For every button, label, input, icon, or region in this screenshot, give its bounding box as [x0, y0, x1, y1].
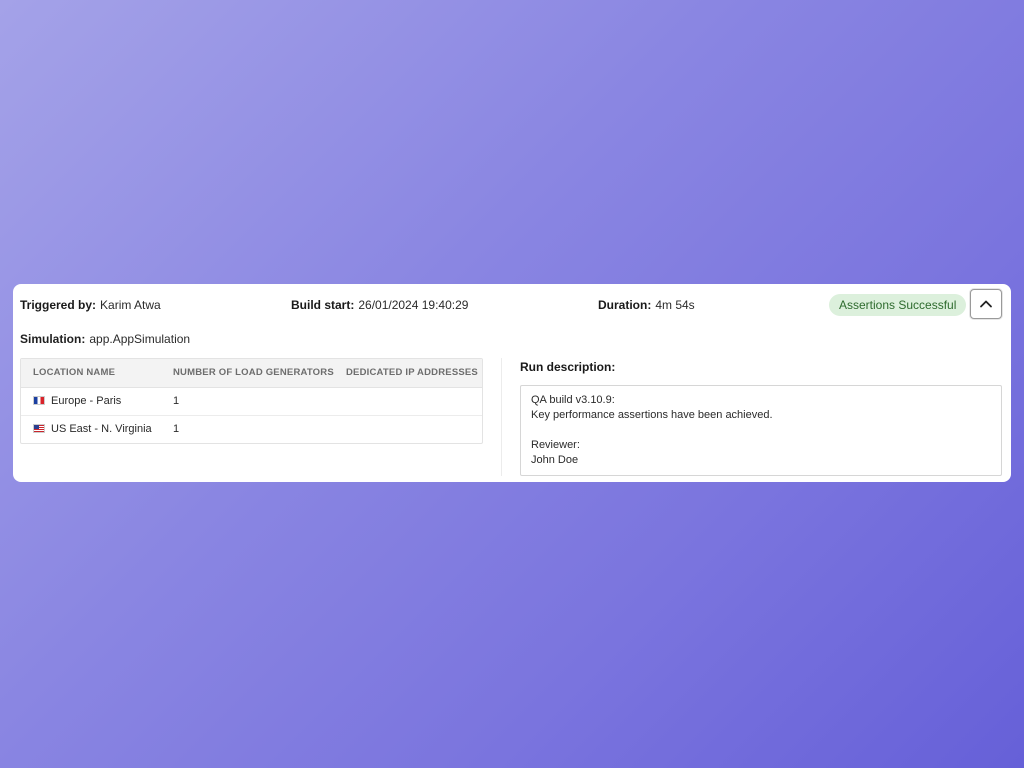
run-description-line: Reviewer:: [531, 439, 580, 451]
simulation-value: app.AppSimulation: [89, 332, 191, 346]
build-start-label: Build start:: [291, 298, 355, 312]
table-row: Europe - Paris 1: [21, 388, 482, 416]
simulation: Simulation: app.AppSimulation: [20, 332, 190, 346]
run-description-line: Key performance assertions have been ach…: [531, 409, 773, 421]
column-header-load-generators: NUMBER OF LOAD GENERATORS: [173, 367, 334, 378]
location-name: US East - N. Virginia: [51, 423, 152, 435]
flag-usa-icon: [33, 423, 45, 433]
location-cell: US East - N. Virginia: [33, 416, 152, 443]
table-row: US East - N. Virginia 1: [21, 416, 482, 443]
run-details-card: Triggered by: Karim Atwa Build start: 26/0…: [13, 284, 1011, 482]
load-generators-cell: 1: [173, 423, 180, 435]
triggered-by-value: Karim Atwa: [100, 298, 161, 312]
vertical-divider: [501, 358, 502, 476]
status-badge: Assertions Successful: [829, 294, 967, 316]
simulation-label: Simulation:: [20, 332, 86, 346]
column-header-location: LOCATION NAME: [33, 367, 116, 378]
column-header-dedicated-ips: DEDICATED IP ADDRESSES: [346, 367, 478, 378]
chevron-up-icon: [980, 300, 992, 308]
run-description-box: QA build v3.10.9: Key performance assert…: [520, 385, 1002, 476]
location-cell: Europe - Paris: [33, 388, 121, 415]
build-start-value: 26/01/2024 19:40:29: [358, 298, 469, 312]
triggered-by: Triggered by: Karim Atwa: [20, 298, 161, 312]
collapse-button[interactable]: [970, 289, 1002, 319]
load-generators-cell: 1: [173, 395, 180, 407]
build-start: Build start: 26/01/2024 19:40:29: [291, 298, 468, 312]
triggered-by-label: Triggered by:: [20, 298, 97, 312]
run-description-line: QA build v3.10.9:: [531, 394, 615, 406]
duration-label: Duration:: [598, 298, 652, 312]
table-header: LOCATION NAME NUMBER OF LOAD GENERATORS …: [21, 359, 482, 388]
duration-value: 4m 54s: [655, 298, 695, 312]
duration: Duration: 4m 54s: [598, 298, 695, 312]
run-description-label: Run description:: [520, 360, 616, 374]
run-description-line: John Doe: [531, 454, 579, 466]
flag-france-icon: [33, 395, 45, 405]
location-name: Europe - Paris: [51, 395, 122, 407]
locations-table: LOCATION NAME NUMBER OF LOAD GENERATORS …: [20, 358, 483, 444]
run-description-line: [531, 423, 991, 438]
